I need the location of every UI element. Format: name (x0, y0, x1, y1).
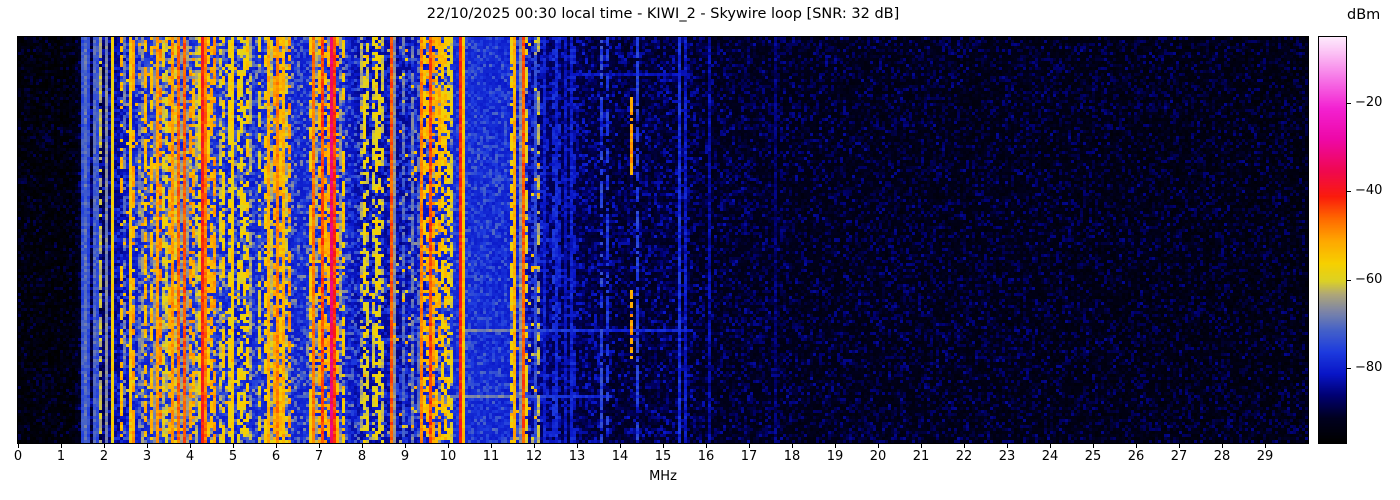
x-tick-mark (1093, 444, 1094, 448)
x-tick-mark (61, 444, 62, 448)
x-tick-mark (448, 444, 449, 448)
x-tick-label: 12 (525, 449, 543, 464)
x-tick-mark (964, 444, 965, 448)
x-tick-mark (1007, 444, 1008, 448)
spectrogram-figure: 22/10/2025 00:30 local time - KIWI_2 - S… (0, 0, 1400, 500)
x-tick-mark (405, 444, 406, 448)
x-tick-mark (620, 444, 621, 448)
x-tick-mark (792, 444, 793, 448)
x-tick-mark (1136, 444, 1137, 448)
x-tick-mark (577, 444, 578, 448)
colorbar-canvas (1318, 36, 1347, 444)
spectrogram-canvas (17, 36, 1309, 444)
x-tick-label: 23 (998, 449, 1016, 464)
x-tick-label: 27 (1170, 449, 1188, 464)
colorbar-tick-label: −40 (1355, 183, 1383, 198)
x-tick-label: 4 (185, 449, 195, 464)
x-tick-mark (319, 444, 320, 448)
x-tick-mark (878, 444, 879, 448)
x-tick-mark (534, 444, 535, 448)
x-tick-mark (18, 444, 19, 448)
x-tick-label: 16 (697, 449, 715, 464)
x-tick-mark (749, 444, 750, 448)
x-tick-label: 17 (740, 449, 758, 464)
x-tick-label: 13 (568, 449, 586, 464)
x-tick-label: 0 (13, 449, 23, 464)
x-tick-label: 19 (826, 449, 844, 464)
chart-title: 22/10/2025 00:30 local time - KIWI_2 - S… (426, 6, 900, 22)
colorbar-tick-mark (1346, 191, 1351, 192)
x-tick-label: 18 (783, 449, 801, 464)
x-tick-mark (706, 444, 707, 448)
x-tick-mark (104, 444, 105, 448)
colorbar-tick-label: −20 (1355, 95, 1383, 110)
x-tick-label: 8 (357, 449, 367, 464)
x-tick-mark (835, 444, 836, 448)
x-tick-mark (1179, 444, 1180, 448)
x-tick-label: 2 (99, 449, 109, 464)
colorbar-tick-label: −60 (1355, 272, 1383, 287)
x-tick-label: 1 (56, 449, 66, 464)
x-tick-label: 29 (1256, 449, 1274, 464)
x-tick-mark (663, 444, 664, 448)
colorbar-tick-mark (1346, 368, 1351, 369)
x-tick-label: 6 (271, 449, 281, 464)
x-tick-label: 11 (482, 449, 500, 464)
colorbar-tick-mark (1346, 103, 1351, 104)
x-tick-label: 21 (912, 449, 930, 464)
x-tick-mark (1265, 444, 1266, 448)
x-tick-label: 26 (1127, 449, 1145, 464)
x-tick-label: 9 (400, 449, 410, 464)
x-tick-mark (276, 444, 277, 448)
x-tick-label: 24 (1041, 449, 1059, 464)
x-tick-mark (147, 444, 148, 448)
x-tick-label: 7 (314, 449, 324, 464)
colorbar-tick-mark (1346, 280, 1351, 281)
x-tick-label: 28 (1213, 449, 1231, 464)
x-tick-mark (1050, 444, 1051, 448)
x-tick-label: 25 (1084, 449, 1102, 464)
colorbar-unit-label: dBm (1347, 7, 1381, 23)
x-tick-mark (233, 444, 234, 448)
x-tick-label: 3 (142, 449, 152, 464)
x-tick-mark (1222, 444, 1223, 448)
colorbar-tick-label: −80 (1355, 360, 1383, 375)
x-tick-mark (190, 444, 191, 448)
x-tick-label: 20 (869, 449, 887, 464)
x-tick-label: 15 (654, 449, 672, 464)
x-tick-mark (491, 444, 492, 448)
x-tick-label: 5 (228, 449, 238, 464)
x-tick-mark (362, 444, 363, 448)
x-tick-label: 10 (439, 449, 457, 464)
x-tick-mark (921, 444, 922, 448)
x-axis-label: MHz (649, 469, 677, 484)
x-tick-label: 14 (611, 449, 629, 464)
x-tick-label: 22 (955, 449, 973, 464)
